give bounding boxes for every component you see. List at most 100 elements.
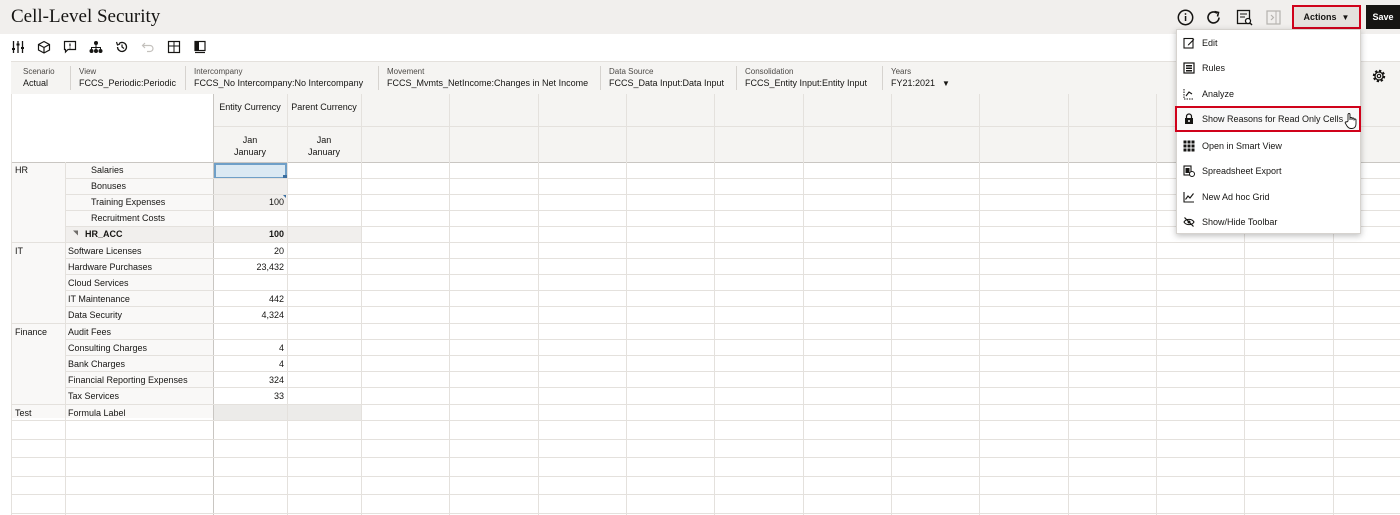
grid-line (11, 404, 1400, 405)
menu-item-label: Show/Hide Toolbar (1202, 217, 1278, 227)
row-account-label: Audit Fees (68, 327, 112, 337)
pov-years-caret-icon[interactable]: ▼ (942, 79, 950, 88)
grid-line (891, 94, 892, 515)
gear-icon[interactable] (1371, 68, 1387, 86)
grid-line (538, 94, 539, 515)
grid-line (11, 494, 1400, 495)
info-icon[interactable] (1175, 7, 1195, 27)
grid-line (11, 513, 1400, 514)
menu-item-rules[interactable]: Rules (1177, 55, 1360, 81)
menu-item-spreadsheet-export[interactable]: Spreadsheet Export (1177, 158, 1360, 184)
entity-value[interactable]: 100 (213, 226, 287, 242)
grid-line (11, 323, 1400, 324)
pov-label: Data Source (609, 67, 654, 76)
pov-intercompany[interactable]: Intercompany FCCS_No Intercompany:No Int… (185, 66, 363, 90)
entity-value[interactable]: 4 (213, 356, 287, 372)
menu-item-show-reasons-read-only[interactable]: Show Reasons for Read Only Cells (1175, 106, 1361, 132)
col-period-long: January (307, 147, 341, 157)
entity-value[interactable]: 4 (213, 340, 287, 356)
entity-value[interactable]: 100 (213, 194, 287, 210)
grid-line (65, 371, 1400, 372)
col-period-short: Jan (316, 135, 332, 145)
undo-icon[interactable] (140, 39, 156, 55)
pov-consolidation[interactable]: Consolidation FCCS_Entity Input:Entity I… (736, 66, 867, 90)
cube-icon[interactable] (36, 39, 52, 55)
comment-icon[interactable] (62, 39, 78, 55)
entity-value[interactable]: 33 (213, 388, 287, 404)
entity-value[interactable]: 324 (213, 372, 287, 388)
grid-line (1156, 94, 1157, 515)
grid-line (65, 274, 1400, 275)
row-account-label: Salaries (91, 165, 124, 175)
menu-item-label: Analyze (1202, 89, 1235, 99)
menu-item-show-hide-toolbar[interactable]: Show/Hide Toolbar (1177, 209, 1360, 235)
pov-label: Years (891, 67, 912, 76)
hierarchy-icon[interactable] (88, 39, 104, 55)
row-account-label: Training Expenses (91, 197, 166, 207)
save-button[interactable]: Save (1366, 5, 1400, 29)
row-account-label: Formula Label (68, 408, 126, 418)
refresh-icon[interactable] (1203, 7, 1223, 27)
row-group-label: Finance (15, 327, 48, 337)
grid-line (65, 387, 1400, 388)
panel-icon[interactable] (192, 39, 208, 55)
inspect-grid-icon[interactable] (1234, 7, 1254, 27)
pov-label: Scenario (23, 67, 55, 76)
grid-line (11, 439, 1400, 440)
row-account-label: Consulting Charges (68, 343, 148, 353)
menu-item-new-adhoc-grid[interactable]: New Ad hoc Grid (1177, 184, 1360, 210)
grid-line (449, 94, 450, 515)
grid-toolbar (0, 36, 1170, 58)
actions-label: Actions (1303, 12, 1337, 22)
collapse-triangle-icon[interactable]: ◥ (73, 226, 78, 242)
hand-cursor-icon (1344, 112, 1358, 132)
row-account-label: Financial Reporting Expenses (68, 375, 188, 385)
sliders-icon[interactable] (10, 39, 26, 55)
menu-item-label: Rules (1202, 63, 1226, 73)
pov-movement[interactable]: Movement FCCS_Mvmts_NetIncome:Changes in… (378, 66, 588, 90)
pov-value: FCCS_Entity Input:Entity Input (745, 78, 868, 88)
grid-line (65, 355, 1400, 356)
menu-item-open-smart-view[interactable]: Open in Smart View (1177, 133, 1360, 159)
entity-value[interactable]: 4,324 (213, 307, 287, 323)
col-header-parent-currency: Parent Currency (291, 102, 357, 112)
menu-item-edit[interactable]: Edit (1177, 30, 1360, 56)
pov-label: Movement (387, 67, 425, 76)
menu-item-label: New Ad hoc Grid (1202, 192, 1270, 202)
grid-line (803, 94, 804, 515)
rules-icon (1183, 62, 1195, 74)
spreadsheet-export-icon (1183, 165, 1195, 177)
selected-cell[interactable] (214, 163, 287, 179)
entity-value[interactable]: 442 (213, 291, 287, 307)
grid-line (65, 258, 1400, 259)
grid-line (979, 94, 980, 515)
row-account-label: HR_ACC (85, 229, 123, 239)
menu-item-analyze[interactable]: Analyze (1177, 81, 1360, 107)
pov-data-source[interactable]: Data Source FCCS_Data Input:Data Input (600, 66, 724, 90)
freeze-grid-icon[interactable] (166, 39, 182, 55)
grid-line (213, 94, 214, 515)
pov-scenario[interactable]: Scenario Actual (15, 66, 55, 90)
grid-line (626, 94, 627, 515)
row-account-label: Hardware Purchases (68, 262, 153, 272)
pov-years[interactable]: Years FY21:2021 (882, 66, 935, 90)
smart-view-icon (1183, 140, 1195, 152)
pov-value: FY21:2021 (891, 78, 936, 88)
collapse-panel-icon[interactable] (1263, 7, 1283, 27)
grid-line (361, 94, 362, 515)
row-account-label: Cloud Services (68, 278, 129, 288)
pov-value: FCCS_Mvmts_NetIncome:Changes in Net Inco… (387, 78, 589, 88)
entity-value[interactable]: 23,432 (213, 259, 287, 275)
history-icon[interactable] (114, 39, 130, 55)
pov-label: View (79, 67, 97, 76)
col-period-long: January (233, 147, 267, 157)
grid-line (11, 420, 1400, 421)
grid-line (11, 457, 1400, 458)
col-header-entity-currency: Entity Currency (219, 102, 281, 112)
actions-button[interactable]: Actions ▼ (1292, 5, 1361, 29)
entity-value[interactable]: 20 (213, 243, 287, 259)
hide-toolbar-icon (1183, 216, 1195, 228)
pov-view[interactable]: View FCCS_Periodic:Periodic (70, 66, 176, 90)
actions-menu: Edit Rules Analyze Show Reasons for Read… (1175, 29, 1361, 235)
grid-line (65, 306, 1400, 307)
